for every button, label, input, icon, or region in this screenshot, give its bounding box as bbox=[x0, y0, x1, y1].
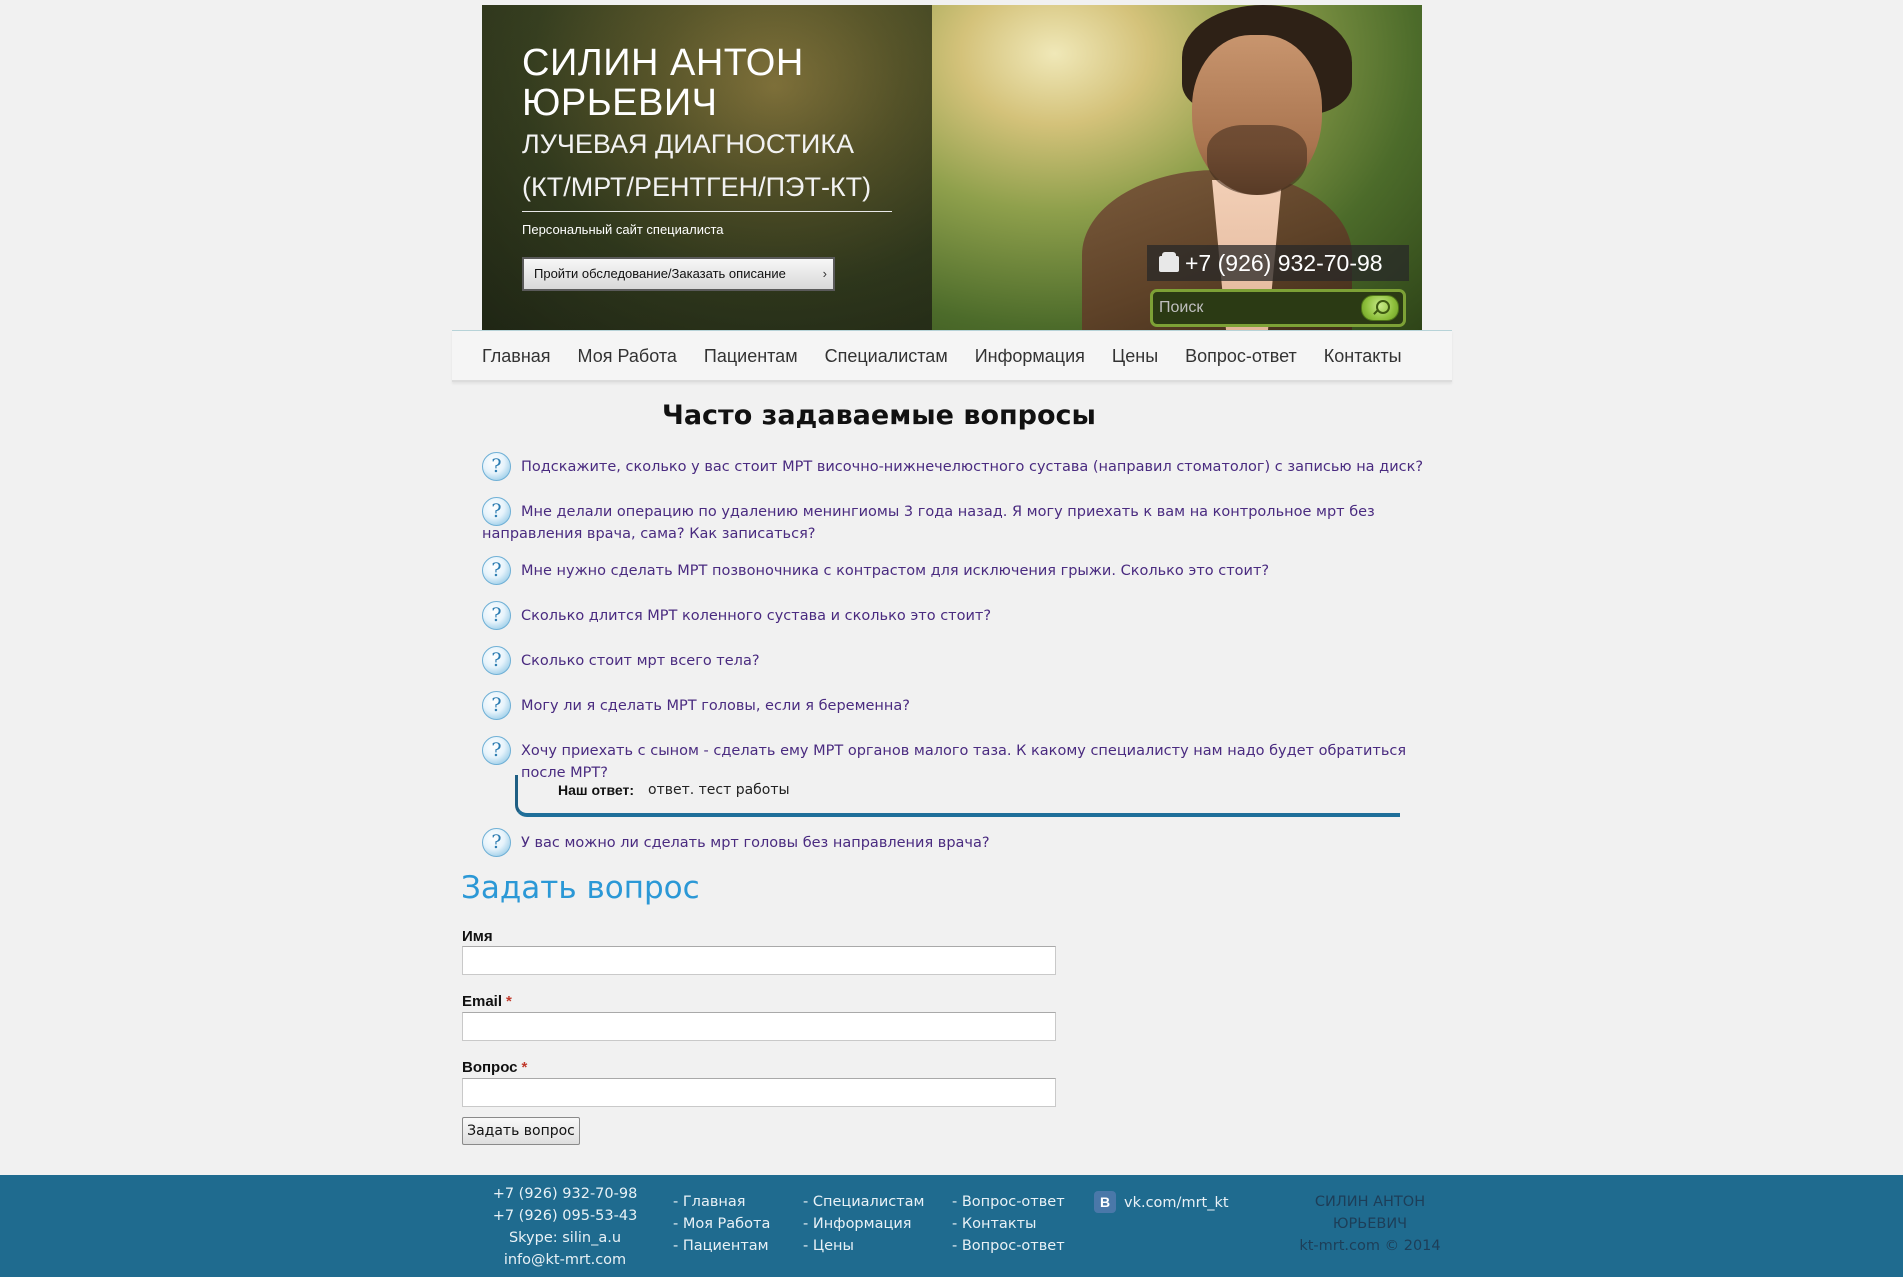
footer-link-home[interactable]: - Главная bbox=[673, 1191, 770, 1213]
nav-item-contacts[interactable]: Контакты bbox=[1324, 331, 1402, 381]
faq-answer: Наш ответ: ответ. тест работы bbox=[515, 775, 1400, 817]
faq-question[interactable]: Могу ли я сделать МРТ головы, если я бер… bbox=[482, 691, 1442, 717]
footer-link-specialists[interactable]: - Специалистам bbox=[803, 1191, 924, 1213]
doctor-portrait bbox=[1042, 5, 1352, 330]
footer-links-col2: - Специалистам - Информация - Цены bbox=[803, 1191, 924, 1257]
footer-contacts: +7 (926) 932-70-98 +7 (926) 095-53-43 Sk… bbox=[480, 1183, 650, 1271]
nav-item-home[interactable]: Главная bbox=[482, 331, 551, 381]
faq-item[interactable]: ? Мне нужно сделать МРТ позвоночника с к… bbox=[482, 556, 1442, 585]
chevron-right-icon: › bbox=[822, 266, 827, 281]
faq-question[interactable]: У вас можно ли сделать мрт головы без на… bbox=[482, 828, 1442, 854]
header-phone[interactable]: +7 (926) 932-70-98 bbox=[1147, 245, 1409, 281]
vk-icon: B bbox=[1094, 1191, 1116, 1213]
question-icon: ? bbox=[482, 736, 511, 765]
question-label: Вопрос * bbox=[462, 1059, 528, 1076]
faq-question[interactable]: Мне делали операцию по удалению менингио… bbox=[482, 497, 1442, 545]
question-icon: ? bbox=[482, 452, 511, 481]
footer-link-my-work[interactable]: - Моя Работа bbox=[673, 1213, 770, 1235]
name-label: Имя bbox=[462, 928, 493, 945]
footer-vk-link[interactable]: Bvk.com/mrt_kt bbox=[1094, 1191, 1229, 1214]
question-icon: ? bbox=[482, 828, 511, 857]
book-exam-button[interactable]: Пройти обследование/Заказать описание › bbox=[522, 257, 835, 291]
specialty-line2: (КТ/МРТ/РЕНТГЕН/ПЭТ-КТ) bbox=[522, 172, 872, 202]
footer-phone-1: +7 (926) 932-70-98 bbox=[492, 1186, 638, 1202]
site-footer: +7 (926) 932-70-98 +7 (926) 095-53-43 Sk… bbox=[0, 1175, 1903, 1277]
nav-item-patients[interactable]: Пациентам bbox=[704, 331, 798, 381]
faq-question[interactable]: Сколько длится МРТ коленного сустава и с… bbox=[482, 601, 1442, 627]
ask-question-title: Задать вопрос bbox=[461, 870, 700, 906]
vk-link-text: vk.com/mrt_kt bbox=[1124, 1195, 1229, 1211]
footer-link-faq-2[interactable]: - Вопрос-ответ bbox=[952, 1235, 1065, 1257]
nav-item-information[interactable]: Информация bbox=[975, 331, 1085, 381]
answer-text: ответ. тест работы bbox=[648, 782, 790, 798]
faq-question[interactable]: Подскажите, сколько у вас стоит МРТ висо… bbox=[482, 452, 1442, 478]
copyright-name-line2: ЮРЬЕВИЧ bbox=[1332, 1216, 1408, 1232]
faq-item[interactable]: ? Подскажите, сколько у вас стоит МРТ ви… bbox=[482, 452, 1442, 481]
search-input[interactable] bbox=[1159, 295, 1359, 321]
footer-link-patients[interactable]: - Пациентам bbox=[673, 1235, 770, 1257]
required-mark: * bbox=[506, 993, 512, 1010]
footer-email[interactable]: info@kt-mrt.com bbox=[480, 1249, 650, 1271]
faq-item[interactable]: ? У вас можно ли сделать мрт головы без … bbox=[482, 828, 1442, 857]
nav-item-specialists[interactable]: Специалистам bbox=[825, 331, 948, 381]
footer-link-information[interactable]: - Информация bbox=[803, 1213, 924, 1235]
header-divider bbox=[522, 211, 892, 212]
book-exam-label: Пройти обследование/Заказать описание bbox=[534, 266, 786, 281]
faq-item[interactable]: ? Сколько стоит мрт всего тела? bbox=[482, 646, 1442, 675]
question-icon: ? bbox=[482, 497, 511, 526]
email-field[interactable] bbox=[462, 1012, 1056, 1041]
nav-item-prices[interactable]: Цены bbox=[1112, 331, 1158, 381]
faq-question[interactable]: Сколько стоит мрт всего тела? bbox=[482, 646, 1442, 672]
nav-item-my-work[interactable]: Моя Работа bbox=[578, 331, 677, 381]
footer-link-prices[interactable]: - Цены bbox=[803, 1235, 924, 1257]
header-phone-number: +7 (926) 932-70-98 bbox=[1185, 250, 1383, 276]
site-header: СИЛИН АНТОН ЮРЬЕВИЧ ЛУЧЕВАЯ ДИАГНОСТИКА … bbox=[482, 5, 1422, 330]
doctor-name-line2: ЮРЬЕВИЧ bbox=[522, 82, 718, 124]
specialty-line1: ЛУЧЕВАЯ ДИАГНОСТИКА bbox=[522, 129, 855, 159]
search-form bbox=[1150, 289, 1406, 327]
submit-question-button[interactable]: Задать вопрос bbox=[462, 1117, 580, 1145]
nav-item-faq[interactable]: Вопрос-ответ bbox=[1185, 331, 1297, 381]
footer-skype: Skype: silin_a.u bbox=[508, 1230, 622, 1246]
email-label: Email * bbox=[462, 993, 512, 1010]
footer-links-col1: - Главная - Моя Работа - Пациентам bbox=[673, 1191, 770, 1257]
footer-link-faq[interactable]: - Вопрос-ответ bbox=[952, 1191, 1065, 1213]
footer-link-contacts[interactable]: - Контакты bbox=[952, 1213, 1065, 1235]
faq-item[interactable]: ? Мне делали операцию по удалению менинг… bbox=[482, 497, 1442, 545]
question-field[interactable] bbox=[462, 1078, 1056, 1107]
footer-links-col3: - Вопрос-ответ - Контакты - Вопрос-ответ bbox=[952, 1191, 1065, 1257]
question-icon: ? bbox=[482, 556, 511, 585]
phone-icon bbox=[1159, 252, 1179, 272]
footer-copyright: СИЛИН АНТОН ЮРЬЕВИЧ kt-mrt.com © 2014 bbox=[1295, 1191, 1445, 1257]
faq-title: Часто задаваемые вопросы bbox=[662, 400, 1096, 431]
copyright-name-line1: СИЛИН АНТОН bbox=[1314, 1194, 1426, 1210]
doctor-name-line1: СИЛИН АНТОН bbox=[522, 42, 804, 84]
faq-item[interactable]: ? Могу ли я сделать МРТ головы, если я б… bbox=[482, 691, 1442, 720]
header-photo-background bbox=[932, 5, 1422, 330]
main-navigation: Главная Моя Работа Пациентам Специалиста… bbox=[452, 330, 1452, 382]
search-icon[interactable] bbox=[1361, 295, 1399, 321]
question-icon: ? bbox=[482, 646, 511, 675]
site-tagline: Персональный сайт специалиста bbox=[522, 222, 724, 237]
footer-phone-2: +7 (926) 095-53-43 bbox=[492, 1208, 638, 1224]
name-field[interactable] bbox=[462, 946, 1056, 975]
required-mark: * bbox=[521, 1059, 528, 1076]
question-icon: ? bbox=[482, 691, 511, 720]
faq-item[interactable]: ? Сколько длится МРТ коленного сустава и… bbox=[482, 601, 1442, 630]
answer-label: Наш ответ: bbox=[558, 782, 635, 798]
question-icon: ? bbox=[482, 601, 511, 630]
header-text-block: СИЛИН АНТОН ЮРЬЕВИЧ ЛУЧЕВАЯ ДИАГНОСТИКА … bbox=[522, 43, 892, 237]
copyright-site: kt-mrt.com © 2014 bbox=[1299, 1238, 1441, 1254]
faq-question[interactable]: Мне нужно сделать МРТ позвоночника с кон… bbox=[482, 556, 1442, 582]
